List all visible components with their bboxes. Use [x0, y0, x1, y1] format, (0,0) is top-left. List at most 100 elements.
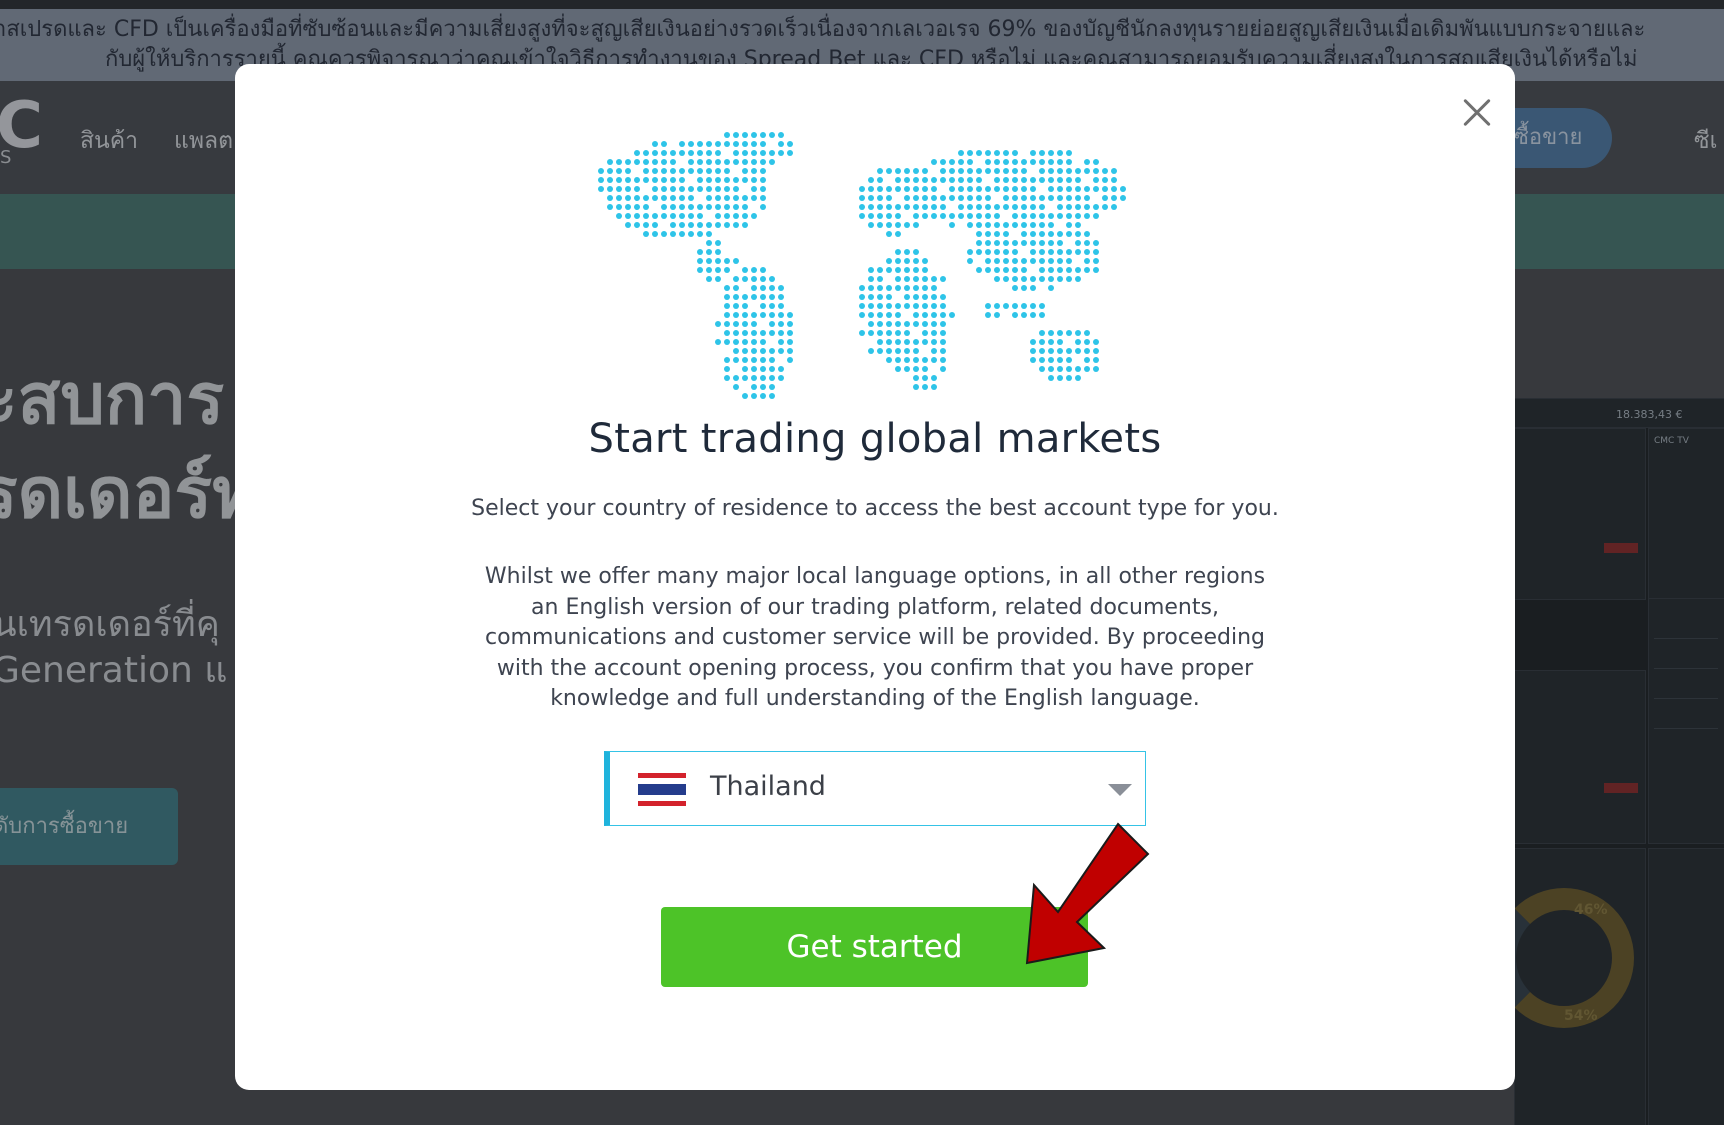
language-disclaimer: Whilst we offer many major local languag… — [484, 564, 1266, 711]
map-dot — [625, 159, 631, 165]
map-dot — [778, 312, 784, 318]
map-dot — [985, 249, 991, 255]
map-dot — [715, 249, 721, 255]
map-dot — [742, 321, 748, 327]
map-dot — [1057, 195, 1063, 201]
map-dot — [1057, 357, 1063, 363]
map-dot — [778, 285, 784, 291]
map-dot — [1093, 159, 1099, 165]
map-dot — [787, 141, 793, 147]
map-dot — [949, 222, 955, 228]
map-dot — [760, 303, 766, 309]
map-dot — [697, 222, 703, 228]
map-dot — [724, 339, 730, 345]
map-dot — [724, 321, 730, 327]
map-dot — [859, 303, 865, 309]
map-dot — [715, 213, 721, 219]
map-dot — [1030, 348, 1036, 354]
map-dot — [625, 177, 631, 183]
map-dot — [760, 267, 766, 273]
map-dot — [1021, 285, 1027, 291]
map-dot — [1003, 150, 1009, 156]
map-dot — [913, 258, 919, 264]
map-dot — [1093, 168, 1099, 174]
map-dot — [868, 267, 874, 273]
map-dot — [661, 168, 667, 174]
map-dot — [706, 267, 712, 273]
map-dot — [994, 258, 1000, 264]
map-dot — [643, 213, 649, 219]
map-dot — [760, 312, 766, 318]
map-dot — [931, 321, 937, 327]
map-dot — [634, 186, 640, 192]
map-dot — [742, 312, 748, 318]
map-dot — [733, 348, 739, 354]
map-dot — [634, 213, 640, 219]
map-dot — [1075, 276, 1081, 282]
close-icon[interactable] — [1456, 91, 1498, 133]
map-dot — [751, 285, 757, 291]
chevron-down-icon[interactable] — [1108, 784, 1132, 796]
map-dot — [688, 204, 694, 210]
map-dot — [913, 186, 919, 192]
selected-country: Thailand — [710, 771, 826, 802]
map-dot — [724, 159, 730, 165]
country-select-modal: Start trading global markets Select your… — [235, 64, 1515, 1090]
map-dot — [1093, 240, 1099, 246]
country-select[interactable]: Thailand — [604, 751, 1146, 826]
map-dot — [994, 231, 1000, 237]
map-dot — [994, 186, 1000, 192]
map-dot — [760, 186, 766, 192]
map-dot — [1039, 366, 1045, 372]
map-dot — [1084, 357, 1090, 363]
map-dot — [958, 150, 964, 156]
map-dot — [706, 177, 712, 183]
map-dot — [877, 222, 883, 228]
map-dot — [751, 141, 757, 147]
map-dot — [895, 303, 901, 309]
map-dot — [895, 204, 901, 210]
map-dot — [625, 213, 631, 219]
map-dot — [1048, 366, 1054, 372]
map-dot — [877, 294, 883, 300]
map-dot — [787, 339, 793, 345]
map-dot — [904, 249, 910, 255]
map-dot — [1066, 168, 1072, 174]
map-dot — [922, 285, 928, 291]
map-dot — [661, 195, 667, 201]
map-dot — [706, 141, 712, 147]
map-dot — [976, 186, 982, 192]
map-dot — [1039, 231, 1045, 237]
map-dot — [904, 168, 910, 174]
map-dot — [1075, 168, 1081, 174]
map-dot — [1084, 249, 1090, 255]
map-dot — [895, 285, 901, 291]
map-dot — [643, 150, 649, 156]
map-dot — [931, 375, 937, 381]
map-dot — [994, 177, 1000, 183]
map-dot — [895, 222, 901, 228]
map-dot — [886, 168, 892, 174]
map-dot — [904, 357, 910, 363]
map-dot — [1003, 168, 1009, 174]
map-dot — [607, 159, 613, 165]
map-dot — [697, 204, 703, 210]
map-dot — [931, 213, 937, 219]
map-dot — [985, 168, 991, 174]
map-dot — [760, 393, 766, 399]
map-dot — [1093, 348, 1099, 354]
map-dot — [922, 276, 928, 282]
map-dot — [886, 330, 892, 336]
map-dot — [886, 213, 892, 219]
map-dot — [1075, 348, 1081, 354]
map-dot — [913, 384, 919, 390]
map-dot — [1030, 231, 1036, 237]
map-dot — [859, 213, 865, 219]
map-dot — [778, 150, 784, 156]
map-dot — [922, 330, 928, 336]
map-dot — [742, 141, 748, 147]
map-dot — [868, 222, 874, 228]
map-dot — [1066, 213, 1072, 219]
map-dot — [877, 168, 883, 174]
map-dot — [1039, 312, 1045, 318]
